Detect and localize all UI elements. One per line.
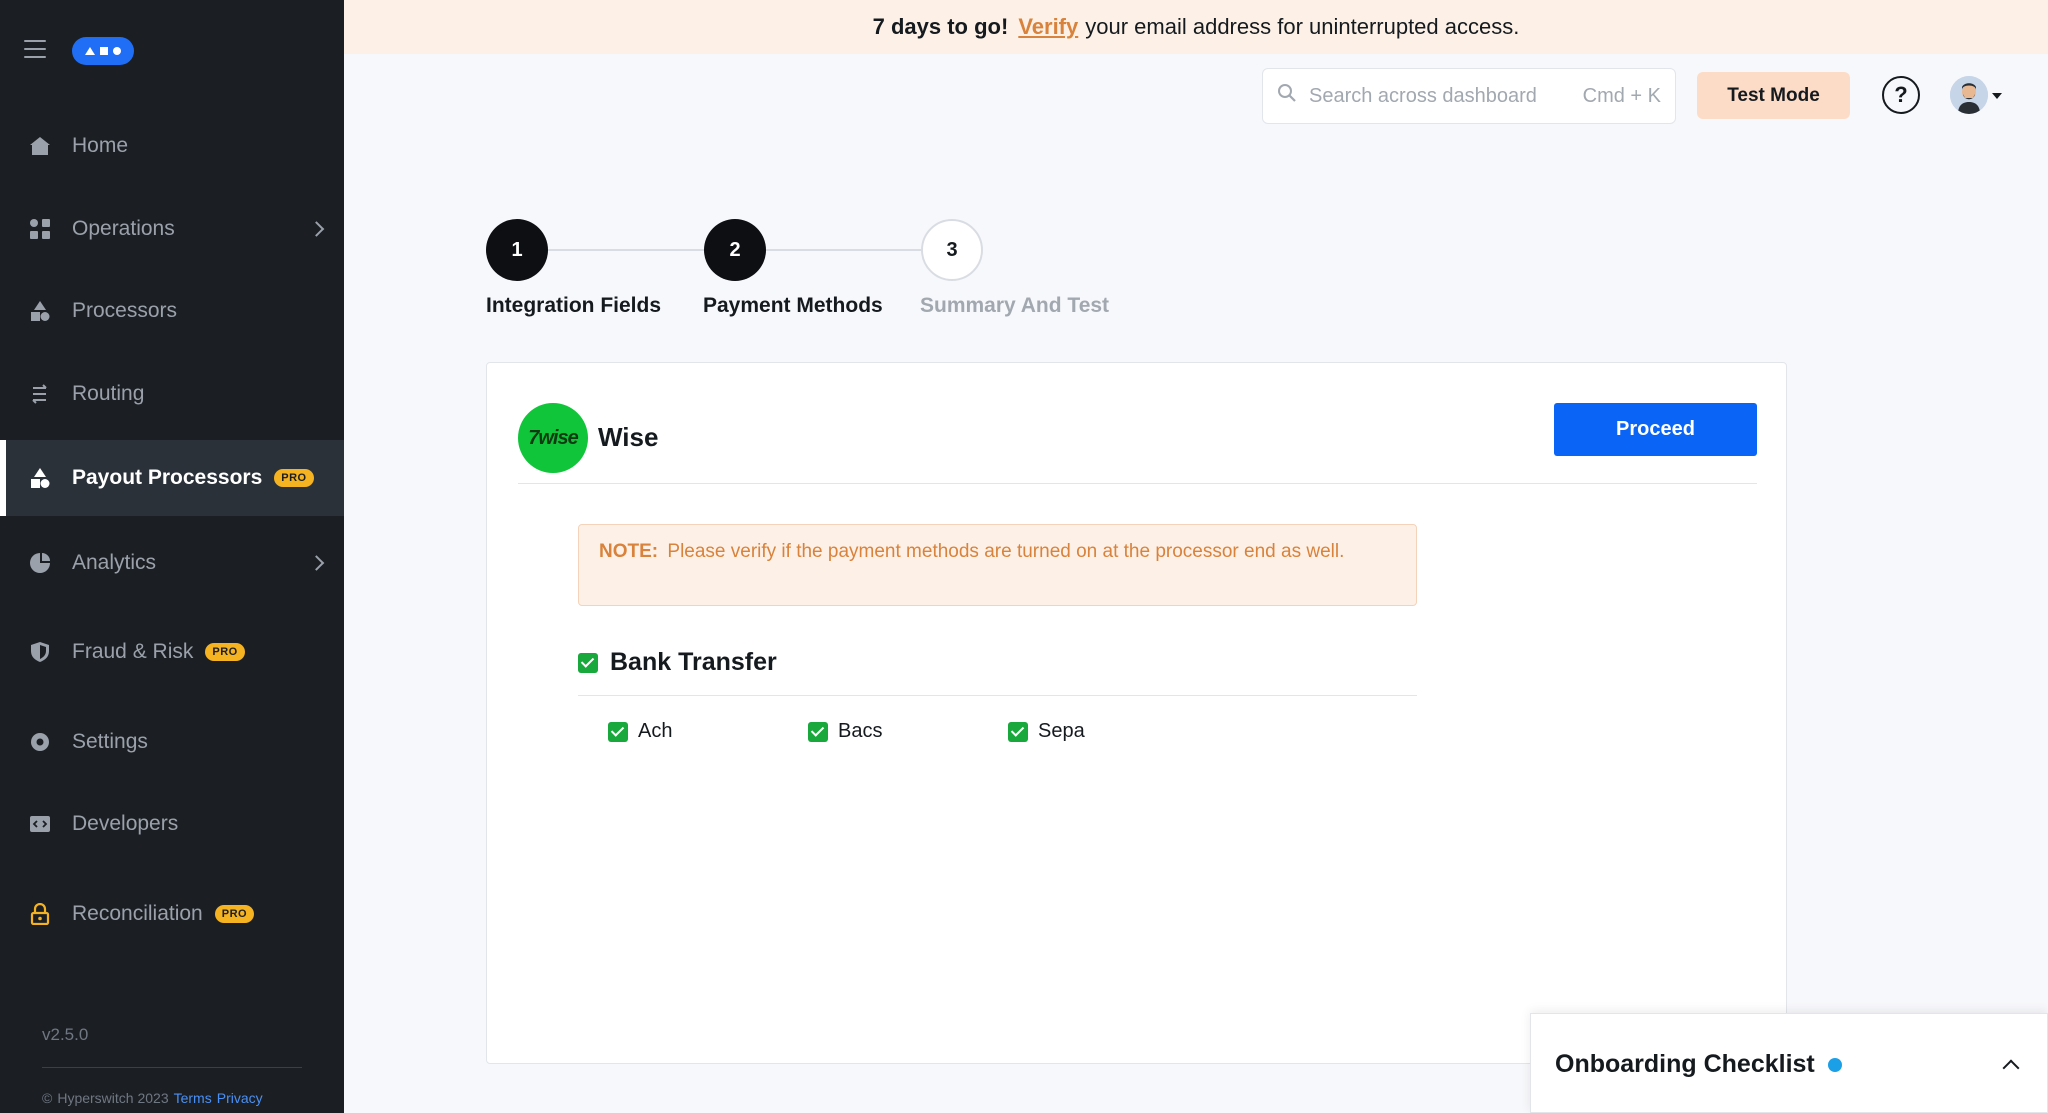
wise-logo: 7wise <box>518 403 588 473</box>
sidebar-item-payout-processors[interactable]: Payout Processors PRO <box>0 440 344 516</box>
payment-methods-card: 7wise Wise Proceed NOTE: Please verify i… <box>486 362 1787 1064</box>
operations-icon <box>28 217 52 241</box>
test-mode-button[interactable]: Test Mode <box>1697 72 1850 119</box>
sidebar-header <box>0 0 344 100</box>
sidebar-item-label: Processors <box>72 299 178 322</box>
bank-transfer-header: Bank Transfer <box>578 648 777 677</box>
verify-link[interactable]: Verify <box>1018 14 1078 40</box>
search-icon <box>1277 83 1297 109</box>
avatar[interactable] <box>1950 76 1988 114</box>
connector-name: Wise <box>598 422 659 452</box>
code-icon <box>28 812 52 836</box>
hyperswitch-logo[interactable] <box>72 37 134 65</box>
copyright-icon: © <box>42 1090 53 1106</box>
chevron-down-icon[interactable] <box>1992 93 2002 99</box>
shield-icon <box>28 640 52 664</box>
card-divider <box>518 483 1757 484</box>
sidebar-footer: © Hyperswitch 2023 Terms Privacy <box>42 1090 263 1106</box>
sidebar-item-label: Settings <box>72 730 148 753</box>
sidebar-divider <box>42 1067 302 1068</box>
payment-method-divider <box>578 695 1417 696</box>
privacy-link[interactable]: Privacy <box>217 1090 263 1106</box>
home-icon <box>28 134 52 158</box>
sub-method-ach[interactable]: Ach <box>608 720 672 743</box>
sub-method-label: Sepa <box>1038 720 1085 742</box>
sub-method-label: Ach <box>638 720 673 742</box>
sidebar-item-label: Operations <box>72 217 175 240</box>
sidebar-item-label: Routing <box>72 382 145 405</box>
sepa-checkbox[interactable] <box>1008 721 1028 742</box>
sidebar-item-analytics[interactable]: Analytics <box>0 525 344 601</box>
sub-method-bacs[interactable]: Bacs <box>808 720 882 743</box>
terms-link[interactable]: Terms <box>174 1090 212 1106</box>
step-1-label: Integration Fields <box>486 294 662 317</box>
sidebar: Home Operations Processors Routing Payou… <box>0 0 344 1113</box>
sidebar-item-routing[interactable]: Routing <box>0 356 344 432</box>
payout-processors-icon <box>28 466 52 490</box>
sidebar-item-fraud-risk[interactable]: Fraud & Risk PRO <box>0 614 344 690</box>
payment-method-title: Bank Transfer <box>610 648 777 676</box>
sidebar-item-settings[interactable]: Settings <box>0 704 344 780</box>
onboarding-checklist[interactable]: Onboarding Checklist <box>1530 1013 2048 1113</box>
search-input[interactable]: Search across dashboard Cmd + K <box>1262 68 1676 124</box>
pro-badge: PRO <box>214 905 255 923</box>
pro-badge: PRO <box>205 643 245 661</box>
note-text: Please verify if the payment methods are… <box>667 541 1345 562</box>
note-label: NOTE: <box>599 541 659 562</box>
sidebar-item-label: Home <box>72 134 129 157</box>
sidebar-item-label: Fraud & Risk <box>72 640 194 663</box>
proceed-button[interactable]: Proceed <box>1554 403 1757 456</box>
chevron-right-icon <box>308 221 325 237</box>
chevron-up-icon[interactable] <box>2002 1059 2020 1077</box>
sub-method-sepa[interactable]: Sepa <box>1008 720 1085 743</box>
pro-badge: PRO <box>274 469 314 487</box>
step-1-circle: 1 <box>486 219 548 281</box>
note-box: NOTE: Please verify if the payment metho… <box>578 524 1417 606</box>
processors-icon <box>28 299 52 323</box>
search-shortcut: Cmd + K <box>1582 84 1661 107</box>
search-placeholder: Search across dashboard <box>1309 84 1537 107</box>
sub-method-label: Bacs <box>838 720 883 742</box>
step-3-label: Summary And Test <box>920 294 1110 317</box>
sidebar-item-operations[interactable]: Operations <box>0 191 344 267</box>
bank-transfer-checkbox[interactable] <box>578 652 598 673</box>
step-2-label: Payment Methods <box>703 294 883 317</box>
routing-icon <box>28 382 52 406</box>
sidebar-item-label: Analytics <box>72 551 157 574</box>
avatar-icon <box>1950 76 1988 114</box>
sidebar-item-developers[interactable]: Developers <box>0 786 344 862</box>
chevron-right-icon <box>308 555 325 571</box>
onboarding-title: Onboarding Checklist <box>1555 1050 1815 1078</box>
verify-email-banner: 7 days to go! Verify your email address … <box>344 0 2048 54</box>
gear-icon <box>28 730 52 754</box>
menu-icon[interactable] <box>24 40 46 60</box>
sidebar-item-reconciliation[interactable]: Reconciliation PRO <box>0 876 344 952</box>
banner-message: your email address for uninterrupted acc… <box>1085 14 1520 39</box>
sidebar-item-processors[interactable]: Processors <box>0 273 344 349</box>
analytics-icon <box>28 551 52 575</box>
help-icon[interactable]: ? <box>1882 76 1920 114</box>
version-label: v2.5.0 <box>42 1025 89 1044</box>
status-dot <box>1828 1058 1842 1072</box>
sidebar-item-label: Payout Processors <box>72 466 263 489</box>
bacs-checkbox[interactable] <box>808 721 828 742</box>
sidebar-item-home[interactable]: Home <box>0 108 344 184</box>
step-3-circle: 3 <box>921 219 983 281</box>
stepper-connector <box>546 249 708 251</box>
sidebar-item-label: Developers <box>72 812 179 835</box>
lock-icon <box>28 902 52 926</box>
stepper-connector <box>766 249 921 251</box>
ach-checkbox[interactable] <box>608 721 628 742</box>
sidebar-item-label: Reconciliation <box>72 902 203 925</box>
copyright-text: Hyperswitch 2023 <box>57 1090 169 1106</box>
step-2-circle: 2 <box>704 219 766 281</box>
banner-countdown: 7 days to go! <box>872 14 1009 39</box>
